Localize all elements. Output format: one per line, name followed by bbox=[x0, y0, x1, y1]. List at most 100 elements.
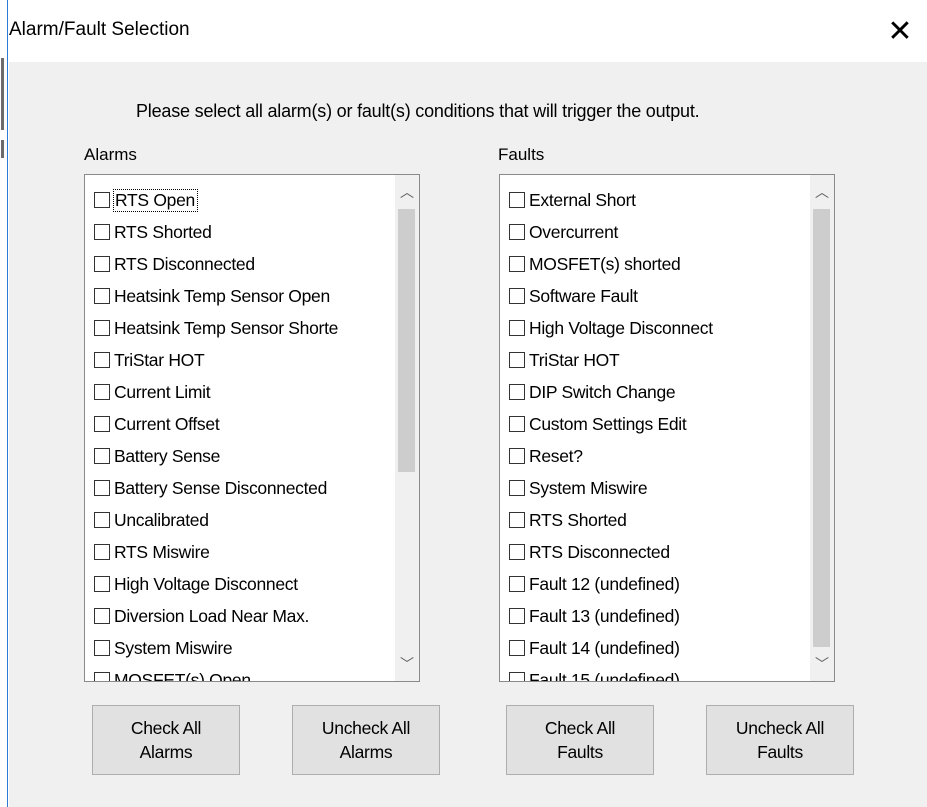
checkbox-icon[interactable] bbox=[94, 320, 110, 336]
checkbox-icon[interactable] bbox=[94, 640, 110, 656]
checkbox-icon[interactable] bbox=[94, 576, 110, 592]
list-item-label: Diversion Load Near Max. bbox=[114, 605, 310, 626]
faults-scrollbar[interactable]: ︿ ﹀ bbox=[810, 175, 834, 681]
alarms-listbox[interactable]: RTS Open RTS Shorted RTS Disconnected Heats… bbox=[84, 174, 420, 682]
alarm-list-item[interactable]: MOSFET(s) Open bbox=[85, 664, 395, 682]
check-all-alarms-button[interactable]: Check All Alarms bbox=[92, 705, 240, 775]
list-item-label: High Voltage Disconnect bbox=[114, 573, 298, 594]
list-item-label: High Voltage Disconnect bbox=[529, 317, 713, 338]
alarm-list-item[interactable]: Uncalibrated bbox=[85, 504, 395, 536]
list-item-label: Uncalibrated bbox=[114, 509, 209, 530]
background-window-mark bbox=[1, 140, 4, 158]
checkbox-icon[interactable] bbox=[509, 416, 525, 432]
close-icon[interactable]: ✕ bbox=[873, 0, 927, 62]
checkbox-icon[interactable] bbox=[94, 416, 110, 432]
list-item-label: Fault 15 (undefined) bbox=[529, 669, 680, 682]
checkbox-icon[interactable] bbox=[94, 512, 110, 528]
checkbox-icon[interactable] bbox=[509, 512, 525, 528]
list-item-label: RTS Open bbox=[113, 188, 198, 212]
checkbox-icon[interactable] bbox=[94, 672, 110, 681]
fault-list-item[interactable]: DIP Switch Change bbox=[500, 376, 810, 408]
checkbox-icon[interactable] bbox=[94, 544, 110, 560]
checkbox-icon[interactable] bbox=[509, 384, 525, 400]
alarm-list-item[interactable]: Diversion Load Near Max. bbox=[85, 600, 395, 632]
alarm-list-item[interactable]: RTS Open bbox=[85, 184, 395, 216]
checkbox-icon[interactable] bbox=[509, 224, 525, 240]
faults-scroll-thumb[interactable] bbox=[813, 209, 830, 647]
list-item-label: DIP Switch Change bbox=[529, 381, 676, 402]
fault-list-item[interactable]: Custom Settings Edit bbox=[500, 408, 810, 440]
alarm-list-item[interactable]: RTS Disconnected bbox=[85, 248, 395, 280]
checkbox-icon[interactable] bbox=[509, 608, 525, 624]
alarm-list-item[interactable]: High Voltage Disconnect bbox=[85, 568, 395, 600]
fault-list-item[interactable]: Fault 13 (undefined) bbox=[500, 600, 810, 632]
check-all-faults-button[interactable]: Check All Faults bbox=[506, 705, 654, 775]
alarm-list-item[interactable]: Current Offset bbox=[85, 408, 395, 440]
checkbox-icon[interactable] bbox=[94, 224, 110, 240]
fault-list-item[interactable]: Overcurrent bbox=[500, 216, 810, 248]
checkbox-icon[interactable] bbox=[94, 288, 110, 304]
fault-list-item[interactable]: Reset? bbox=[500, 440, 810, 472]
fault-list-item[interactable]: High Voltage Disconnect bbox=[500, 312, 810, 344]
list-item-label: Fault 14 (undefined) bbox=[529, 637, 680, 658]
alarms-scrollbar[interactable]: ︿ ﹀ bbox=[395, 175, 419, 681]
list-item-label: Software Fault bbox=[529, 285, 638, 306]
uncheck-all-alarms-button[interactable]: Uncheck All Alarms bbox=[292, 705, 440, 775]
fault-list-item[interactable]: Fault 14 (undefined) bbox=[500, 632, 810, 664]
alarm-list-item[interactable]: System Miswire bbox=[85, 632, 395, 664]
list-item-label: TriStar HOT bbox=[114, 349, 205, 370]
alarm-list-item[interactable]: RTS Shorted bbox=[85, 216, 395, 248]
background-window-edge bbox=[0, 0, 9, 807]
title-bar[interactable]: Alarm/Fault Selection ✕ bbox=[9, 0, 927, 62]
checkbox-icon[interactable] bbox=[94, 256, 110, 272]
checkbox-icon[interactable] bbox=[94, 480, 110, 496]
checkbox-icon[interactable] bbox=[509, 576, 525, 592]
instruction-text: Please select all alarm(s) or fault(s) c… bbox=[136, 101, 700, 121]
fault-list-item[interactable]: System Miswire bbox=[500, 472, 810, 504]
chevron-down-icon[interactable]: ﹀ bbox=[810, 649, 834, 679]
checkbox-icon[interactable] bbox=[509, 256, 525, 272]
alarms-scroll-thumb[interactable] bbox=[398, 209, 415, 472]
fault-list-item[interactable]: Fault 12 (undefined) bbox=[500, 568, 810, 600]
chevron-down-icon[interactable]: ﹀ bbox=[395, 649, 419, 679]
checkbox-icon[interactable] bbox=[509, 544, 525, 560]
faults-listbox[interactable]: External Short Overcurrent MOSFET(s) short… bbox=[499, 174, 835, 682]
list-item-label: MOSFET(s) Open bbox=[114, 669, 251, 682]
checkbox-icon[interactable] bbox=[509, 672, 525, 681]
chevron-up-icon[interactable]: ︿ bbox=[810, 177, 834, 207]
alarms-list: RTS Open RTS Shorted RTS Disconnected Heats… bbox=[85, 184, 395, 682]
alarm-list-item[interactable]: Battery Sense bbox=[85, 440, 395, 472]
list-item-label: Reset? bbox=[529, 445, 583, 466]
uncheck-all-faults-button[interactable]: Uncheck All Faults bbox=[706, 705, 854, 775]
alarm-list-item[interactable]: Heatsink Temp Sensor Shorte bbox=[85, 312, 395, 344]
checkbox-icon[interactable] bbox=[94, 448, 110, 464]
faults-label: Faults bbox=[498, 145, 545, 164]
checkbox-icon[interactable] bbox=[509, 640, 525, 656]
list-item-label: Battery Sense Disconnected bbox=[114, 477, 328, 498]
checkbox-icon[interactable] bbox=[509, 352, 525, 368]
fault-list-item[interactable]: TriStar HOT bbox=[500, 344, 810, 376]
fault-list-item[interactable]: RTS Disconnected bbox=[500, 536, 810, 568]
alarm-list-item[interactable]: Heatsink Temp Sensor Open bbox=[85, 280, 395, 312]
checkbox-icon[interactable] bbox=[509, 192, 525, 208]
fault-list-item[interactable]: Fault 15 (undefined) bbox=[500, 664, 810, 682]
list-item-label: System Miswire bbox=[114, 637, 233, 658]
fault-list-item[interactable]: External Short bbox=[500, 184, 810, 216]
checkbox-icon[interactable] bbox=[509, 288, 525, 304]
checkbox-icon[interactable] bbox=[509, 480, 525, 496]
alarm-list-item[interactable]: Current Limit bbox=[85, 376, 395, 408]
fault-list-item[interactable]: MOSFET(s) shorted bbox=[500, 248, 810, 280]
alarm-list-item[interactable]: Battery Sense Disconnected bbox=[85, 472, 395, 504]
chevron-up-icon[interactable]: ︿ bbox=[395, 177, 419, 207]
checkbox-icon[interactable] bbox=[94, 608, 110, 624]
list-item-label: RTS Shorted bbox=[529, 509, 627, 530]
checkbox-icon[interactable] bbox=[94, 192, 110, 208]
checkbox-icon[interactable] bbox=[94, 352, 110, 368]
alarm-list-item[interactable]: RTS Miswire bbox=[85, 536, 395, 568]
checkbox-icon[interactable] bbox=[509, 320, 525, 336]
alarm-list-item[interactable]: TriStar HOT bbox=[85, 344, 395, 376]
fault-list-item[interactable]: RTS Shorted bbox=[500, 504, 810, 536]
fault-list-item[interactable]: Software Fault bbox=[500, 280, 810, 312]
checkbox-icon[interactable] bbox=[94, 384, 110, 400]
checkbox-icon[interactable] bbox=[509, 448, 525, 464]
